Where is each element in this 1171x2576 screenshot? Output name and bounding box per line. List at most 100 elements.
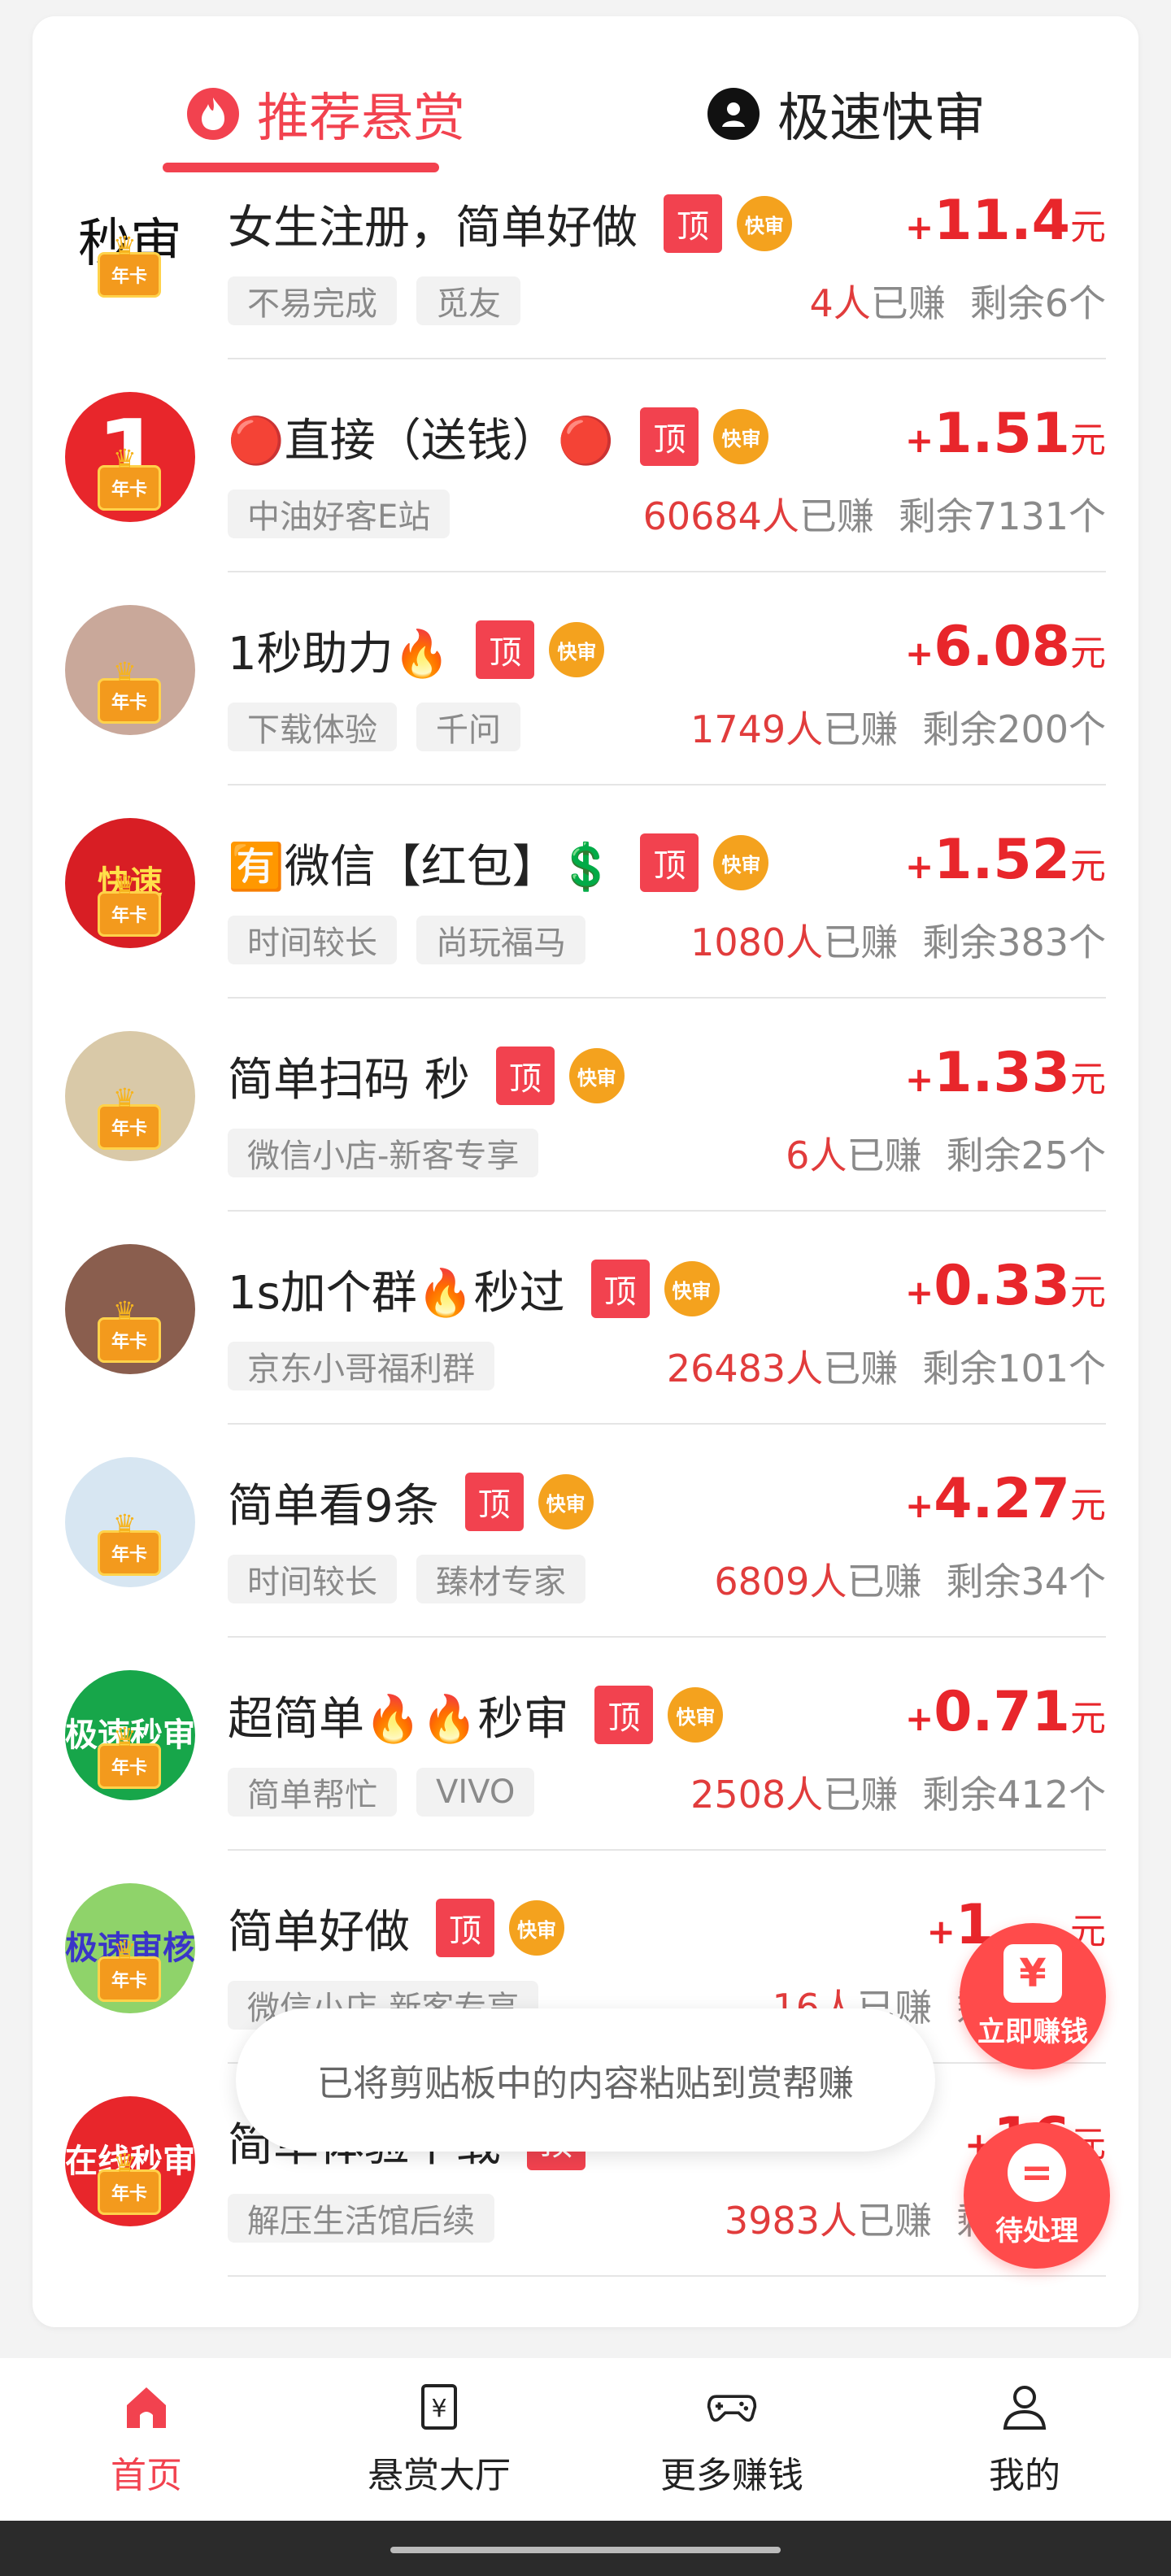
task-stats: 4人 已赚 剩余6个	[809, 276, 1106, 325]
profile-icon	[999, 2381, 1051, 2433]
remaining-count: 剩余101个	[922, 1347, 1106, 1390]
gesture-handle[interactable]	[390, 2547, 781, 2553]
task-tags: 不易完成 觅友	[228, 276, 540, 325]
active-tab-indicator	[163, 163, 439, 172]
remaining-count: 剩余383个	[922, 920, 1106, 964]
task-row[interactable]: 年卡 1秒助力🔥 顶 快审 + 6.08 元 下载体验千问 1749人已赚 剩余…	[33, 572, 1138, 785]
task-tags: 微信小店-新客专享	[228, 1129, 558, 1177]
pending-button[interactable]: = 待处理	[964, 2122, 1110, 2269]
system-gesture-bar	[0, 2521, 1171, 2576]
remaining-count: 剩余200个	[922, 707, 1106, 751]
year-card-badge: 年卡	[98, 1508, 161, 1576]
reward-plus: +	[905, 1486, 934, 1525]
task-reward: + 0.33 元	[905, 1254, 1106, 1318]
reward-amount: 0.33	[934, 1254, 1070, 1318]
fast-review-badge: 快审	[668, 1687, 724, 1743]
task-tag: 不易完成	[228, 276, 397, 325]
earned-count: 2508人	[690, 1773, 824, 1817]
reward-amount: 4.27	[934, 1467, 1070, 1531]
user-icon	[707, 88, 760, 140]
reward-unit: 元	[1070, 1698, 1106, 1739]
task-tag: 中油好客E站	[228, 490, 451, 538]
task-tags: 下载体验 千问	[228, 703, 540, 751]
task-stats: 60684人 已赚 剩余7131个	[643, 490, 1106, 538]
pinned-badge: 顶	[664, 194, 722, 253]
fast-review-badge: 快审	[713, 409, 769, 464]
task-tag: 时间较长	[228, 916, 397, 964]
year-card-badge: 年卡	[98, 1082, 161, 1150]
reward-unit: 元	[1070, 1272, 1106, 1313]
pinned-badge: 顶	[640, 407, 699, 466]
nav-home[interactable]: 首页	[0, 2358, 293, 2521]
task-row[interactable]: 年卡 1s加个群🔥秒过 顶 快审 + 0.33 元 京东小哥福利群 26483人…	[33, 1212, 1138, 1425]
task-row[interactable]: 1 年卡 🔴直接（送钱）🔴 顶 快审 + 1.51 元 中油好客E站 60684…	[33, 359, 1138, 572]
task-reward: + 6.08 元	[905, 615, 1106, 679]
task-row[interactable]: 年卡 简单扫码 秒 顶 快审 + 1.33 元 微信小店-新客专享 6人已赚 剩…	[33, 999, 1138, 1212]
earned-count: 1749人	[690, 707, 824, 751]
task-title: 🔴直接（送钱）🔴	[228, 414, 615, 468]
fast-review-badge: 快审	[549, 622, 605, 677]
fast-review-badge: 快审	[538, 1474, 594, 1530]
nav-more-earn[interactable]: 更多赚钱	[586, 2358, 878, 2521]
remaining-count: 剩余6个	[969, 281, 1106, 325]
fast-review-badge: 快审	[737, 196, 792, 251]
task-row[interactable]: 快速 年卡 🈶微信【红包】💲 顶 快审 + 1.52 元 时间较长尚玩福马 10…	[33, 785, 1138, 999]
year-card-badge: 年卡	[98, 230, 161, 298]
remaining-count: 剩余7131个	[898, 494, 1106, 538]
fast-review-badge: 快审	[664, 1261, 720, 1316]
tab-fast-review[interactable]: 极速快审	[707, 73, 986, 154]
task-stats: 26483人 已赚 剩余101个	[667, 1342, 1106, 1390]
earned-label: 已赚	[847, 1134, 922, 1177]
tab-fast-review-label: 极速快审	[777, 89, 986, 149]
tab-recommended-label: 推荐悬赏	[257, 89, 465, 149]
remaining-count: 剩余412个	[922, 1773, 1106, 1817]
earned-label: 已赚	[823, 707, 899, 751]
reward-plus: +	[926, 1912, 956, 1952]
earned-count: 4人	[809, 281, 871, 325]
reward-plus: +	[905, 1273, 934, 1312]
year-card-badge: 年卡	[98, 869, 161, 937]
nav-profile-label: 我的	[989, 2455, 1060, 2496]
task-tag: 时间较长	[228, 1555, 397, 1603]
task-reward: + 4.27 元	[905, 1467, 1106, 1531]
task-stats: 1080人 已赚 剩余383个	[690, 916, 1106, 964]
reward-amount: 6.08	[934, 615, 1070, 679]
task-stats: 6人 已赚 剩余25个	[786, 1129, 1106, 1177]
reward-hall-icon: ¥	[413, 2381, 465, 2433]
task-tag: 觅友	[416, 276, 520, 325]
remaining-count: 剩余25个	[946, 1134, 1106, 1177]
task-tags: 简单帮忙 VIVO	[228, 1768, 554, 1817]
task-tags: 时间较长 尚玩福马	[228, 916, 605, 964]
nav-more-earn-label: 更多赚钱	[660, 2455, 803, 2496]
task-tag: 简单帮忙	[228, 1768, 397, 1817]
pinned-badge: 顶	[464, 1473, 524, 1531]
task-tag: 解压生活馆后续	[228, 2194, 494, 2243]
task-row[interactable]: 年卡 简单看9条 顶 快审 + 4.27 元 时间较长臻材专家 6809人已赚 …	[33, 1425, 1138, 1638]
reward-amount: 1.33	[934, 1041, 1070, 1105]
year-card-badge: 年卡	[98, 443, 161, 511]
earn-now-button[interactable]: ¥ 立即赚钱	[960, 1923, 1106, 2069]
reward-amount: 11.4	[934, 189, 1070, 253]
task-tags: 解压生活馆后续	[228, 2194, 514, 2243]
svg-text:¥: ¥	[431, 2395, 446, 2423]
tab-recommended[interactable]: 推荐悬赏	[187, 73, 465, 154]
year-card-badge: 年卡	[98, 1934, 161, 2002]
remaining-count: 剩余34个	[946, 1560, 1106, 1603]
task-tag: VIVO	[416, 1768, 535, 1817]
nav-profile[interactable]: 我的	[878, 2358, 1171, 2521]
year-card-badge: 年卡	[98, 1295, 161, 1363]
pinned-badge: 顶	[590, 1260, 650, 1318]
task-tag: 京东小哥福利群	[228, 1342, 494, 1390]
earned-label: 已赚	[823, 1347, 899, 1390]
task-row[interactable]: 极速秒审 年卡 超简单🔥🔥秒审 顶 快审 + 0.71 元 简单帮忙VIVO 2…	[33, 1638, 1138, 1851]
reward-plus: +	[905, 633, 934, 673]
home-icon	[120, 2381, 172, 2433]
reward-unit: 元	[1070, 207, 1106, 248]
yuan-icon: ¥	[1003, 1943, 1062, 2003]
nav-reward-hall[interactable]: ¥ 悬赏大厅	[293, 2358, 586, 2521]
pending-label: 待处理	[995, 2214, 1078, 2247]
task-tags: 京东小哥福利群	[228, 1342, 514, 1390]
reward-plus: +	[905, 1699, 934, 1738]
earned-label: 已赚	[857, 2199, 932, 2243]
chat-bubble-icon: =	[1008, 2143, 1066, 2202]
